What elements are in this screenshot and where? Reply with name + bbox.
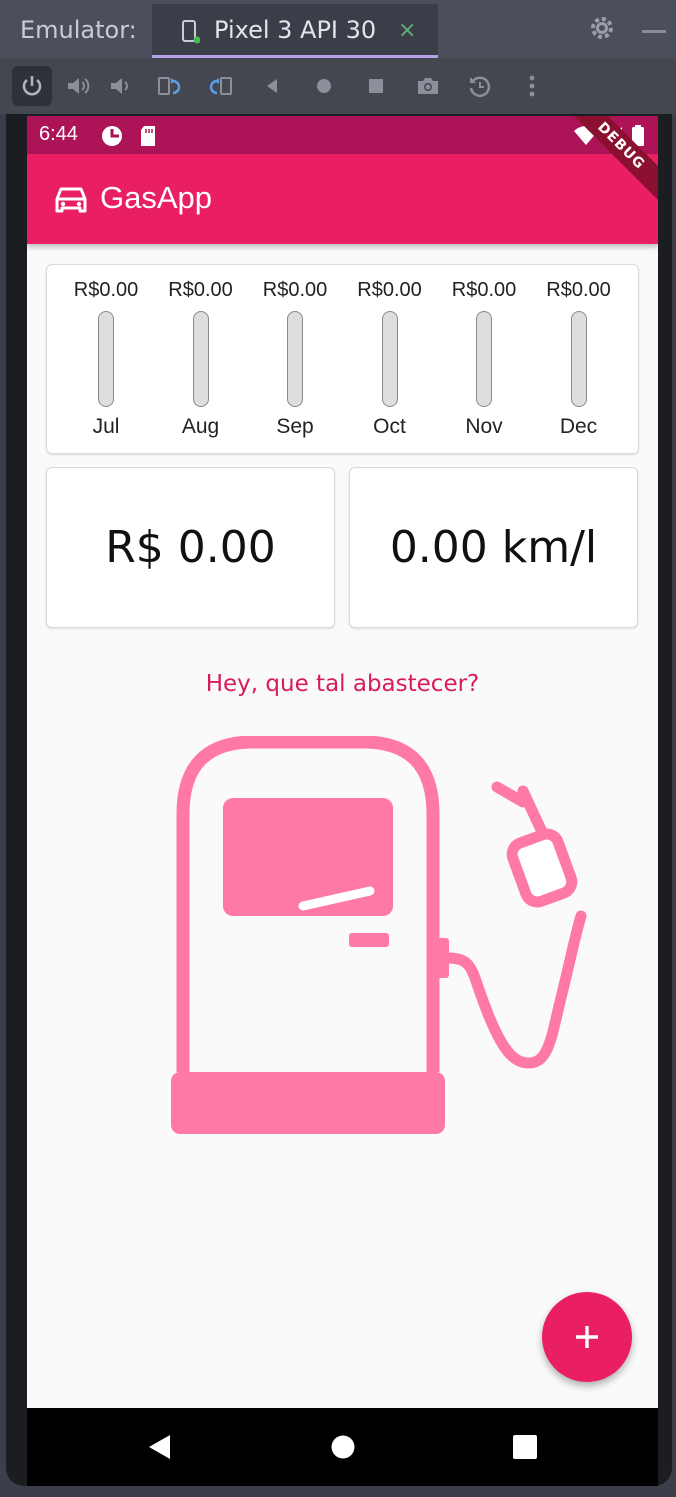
status-time: 6:44 [39,123,78,145]
bar-column-sep: R$0.00 Sep [248,265,342,455]
bar-month-label: Aug [181,415,220,438]
bar-track [381,311,398,407]
more-icon[interactable] [512,66,552,106]
fuel-efficiency-value: 0.00 km/l [389,522,598,573]
emulator-label: Emulator: [20,16,137,44]
bar-month-label: Dec [559,415,598,438]
bar-value-label: R$0.00 [546,279,611,301]
bar-column-jul: R$0.00 Jul [59,265,153,455]
device-tab-title: Pixel 3 API 30 [214,16,377,44]
nav-back-icon[interactable] [145,1432,175,1462]
bar-column-nov: R$0.00 Nov [437,265,531,455]
bar-track [287,311,303,407]
bar-value-label: R$0.00 [357,279,422,301]
bar-value-label: R$0.00 [262,279,328,301]
total-spent-value: R$ 0.00 [105,522,276,573]
bar-column-aug: R$0.00 Aug [154,265,248,455]
app-title: GasApp [100,180,213,215]
bar-track [476,311,492,407]
bar-track [570,311,587,407]
total-spent-card: R$ 0.00 [46,467,335,628]
device-icon [182,20,200,44]
camera-icon[interactable] [408,66,448,106]
add-refuel-button[interactable] [542,1292,632,1382]
volume-up-icon[interactable] [58,66,98,106]
plus-icon [576,1326,598,1348]
bar-track [192,311,209,407]
power-icon[interactable] [12,66,52,106]
app-screen: 6:44 GasApp DEBUG R$0.00 Jul R$0.00 Aug R$0.… [27,116,658,1408]
bar-track [98,311,114,407]
volume-down-icon[interactable] [100,66,140,106]
gear-icon[interactable] [588,14,616,42]
bar-value-label: R$0.00 [168,279,233,301]
bar-month-label: Oct [373,415,406,438]
bar-month-label: Jul [92,415,120,438]
gas-pump-illustration [171,736,587,1134]
app-bar: GasApp [27,154,658,244]
overview-icon[interactable] [356,66,396,106]
nav-overview-icon[interactable] [510,1432,540,1462]
back-icon[interactable] [252,66,292,106]
bar-value-label: R$0.00 [451,279,517,301]
sd-card-icon [141,126,155,146]
status-bar: 6:44 [27,116,658,154]
data-saver-icon [102,126,122,146]
emulator-toolbar [0,58,676,114]
device-tab[interactable]: Pixel 3 API 30 × [152,4,438,58]
car-icon [55,187,87,213]
emulator-title-bar: Emulator: Pixel 3 API 30 × [0,0,676,58]
bar-column-oct: R$0.00 Oct [343,265,437,455]
bar-month-label: Sep [276,415,314,438]
monthly-chart-card: R$0.00 Jul R$0.00 Aug R$0.00 Sep R$0.00 Oct R$0.… [46,264,639,454]
fuel-efficiency-card: 0.00 km/l [349,467,638,628]
bar-column-dec: R$0.00 Dec [532,265,626,455]
home-icon[interactable] [304,66,344,106]
bar-value-label: R$0.00 [73,279,139,301]
rotate-left-icon[interactable] [150,66,190,106]
close-tab-icon[interactable]: × [398,18,416,43]
bar-month-label: Nov [465,415,503,438]
android-nav-bar [27,1408,658,1486]
rotate-right-icon[interactable] [200,66,240,106]
minimize-icon[interactable] [642,30,666,33]
snapshot-icon[interactable] [460,66,500,106]
empty-state-message: Hey, que tal abastecer? [205,671,480,697]
nav-home-icon[interactable] [328,1432,358,1462]
